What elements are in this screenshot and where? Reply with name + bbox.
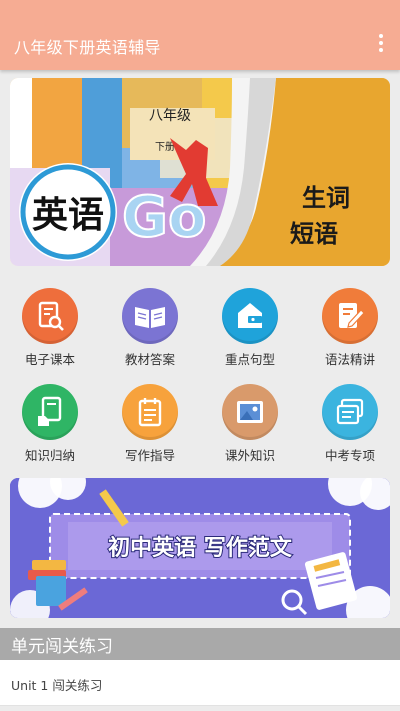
banner-volume: 下册	[155, 142, 175, 153]
menu-item-label: 写作指导	[124, 448, 175, 463]
cards-icon	[322, 384, 378, 440]
banner-grade: 八年级	[149, 108, 191, 124]
more-vertical-icon[interactable]	[368, 30, 394, 56]
open-book-icon	[122, 288, 178, 344]
menu-item-ebook[interactable]: 电子课本	[0, 288, 100, 374]
menu-item-label: 知识归纳	[24, 448, 75, 463]
menu-item-label: 电子课本	[24, 352, 75, 367]
section-title: 单元闯关练习	[11, 637, 113, 657]
promo-title: 初中英语 写作范文	[108, 535, 293, 561]
top-banner[interactable]: 八年级 下册 Go for 英语 生词 短语	[10, 78, 390, 266]
list-item-label: Unit 1 闯关练习	[11, 678, 103, 693]
list-item-unit-1[interactable]: Unit 1 闯关练习	[0, 660, 400, 706]
ebook-search-icon	[22, 288, 78, 344]
wallet-house-icon	[222, 288, 278, 344]
writing-samples-banner[interactable]: 初中英语 写作范文	[10, 478, 390, 618]
app-title: 八年级下册英语辅导	[14, 38, 161, 57]
menu-item-textbook-answers[interactable]: 教材答案	[100, 288, 200, 374]
banner-line2: 短语	[290, 219, 338, 248]
menu-item-key-sentences[interactable]: 重点句型	[200, 288, 300, 374]
app-bar: 八年级下册英语辅导	[0, 0, 400, 70]
menu-item-grammar[interactable]: 语法精讲	[300, 288, 400, 374]
menu-item-writing-guide[interactable]: 写作指导	[100, 384, 200, 470]
banner-subject: 英语	[32, 194, 104, 236]
notepad-icon	[122, 384, 178, 440]
banner-artwork: 八年级 下册 Go for 英语 生词 短语	[10, 78, 390, 266]
menu-item-knowledge-summary[interactable]: 知识归纳	[0, 384, 100, 470]
banner-line1: 生词	[302, 183, 350, 212]
menu-item-exam-special[interactable]: 中考专项	[300, 384, 400, 470]
document-pen-icon	[322, 288, 378, 344]
promo-artwork: 初中英语 写作范文	[10, 478, 390, 618]
hand-document-icon	[22, 384, 78, 440]
picture-icon	[222, 384, 278, 440]
menu-item-label: 中考专项	[324, 448, 375, 463]
menu-item-label: 重点句型	[224, 352, 275, 367]
menu-item-label: 语法精讲	[324, 352, 375, 367]
menu-item-label: 课外知识	[224, 448, 275, 463]
menu-item-label: 教材答案	[124, 352, 175, 367]
section-header: 单元闯关练习	[0, 628, 400, 660]
feature-grid: 电子课本 教材答案 重点句型 语法精讲 知识归纳 写作指导 课外知识 中考专项	[0, 288, 400, 463]
menu-item-extracurricular[interactable]: 课外知识	[200, 384, 300, 470]
